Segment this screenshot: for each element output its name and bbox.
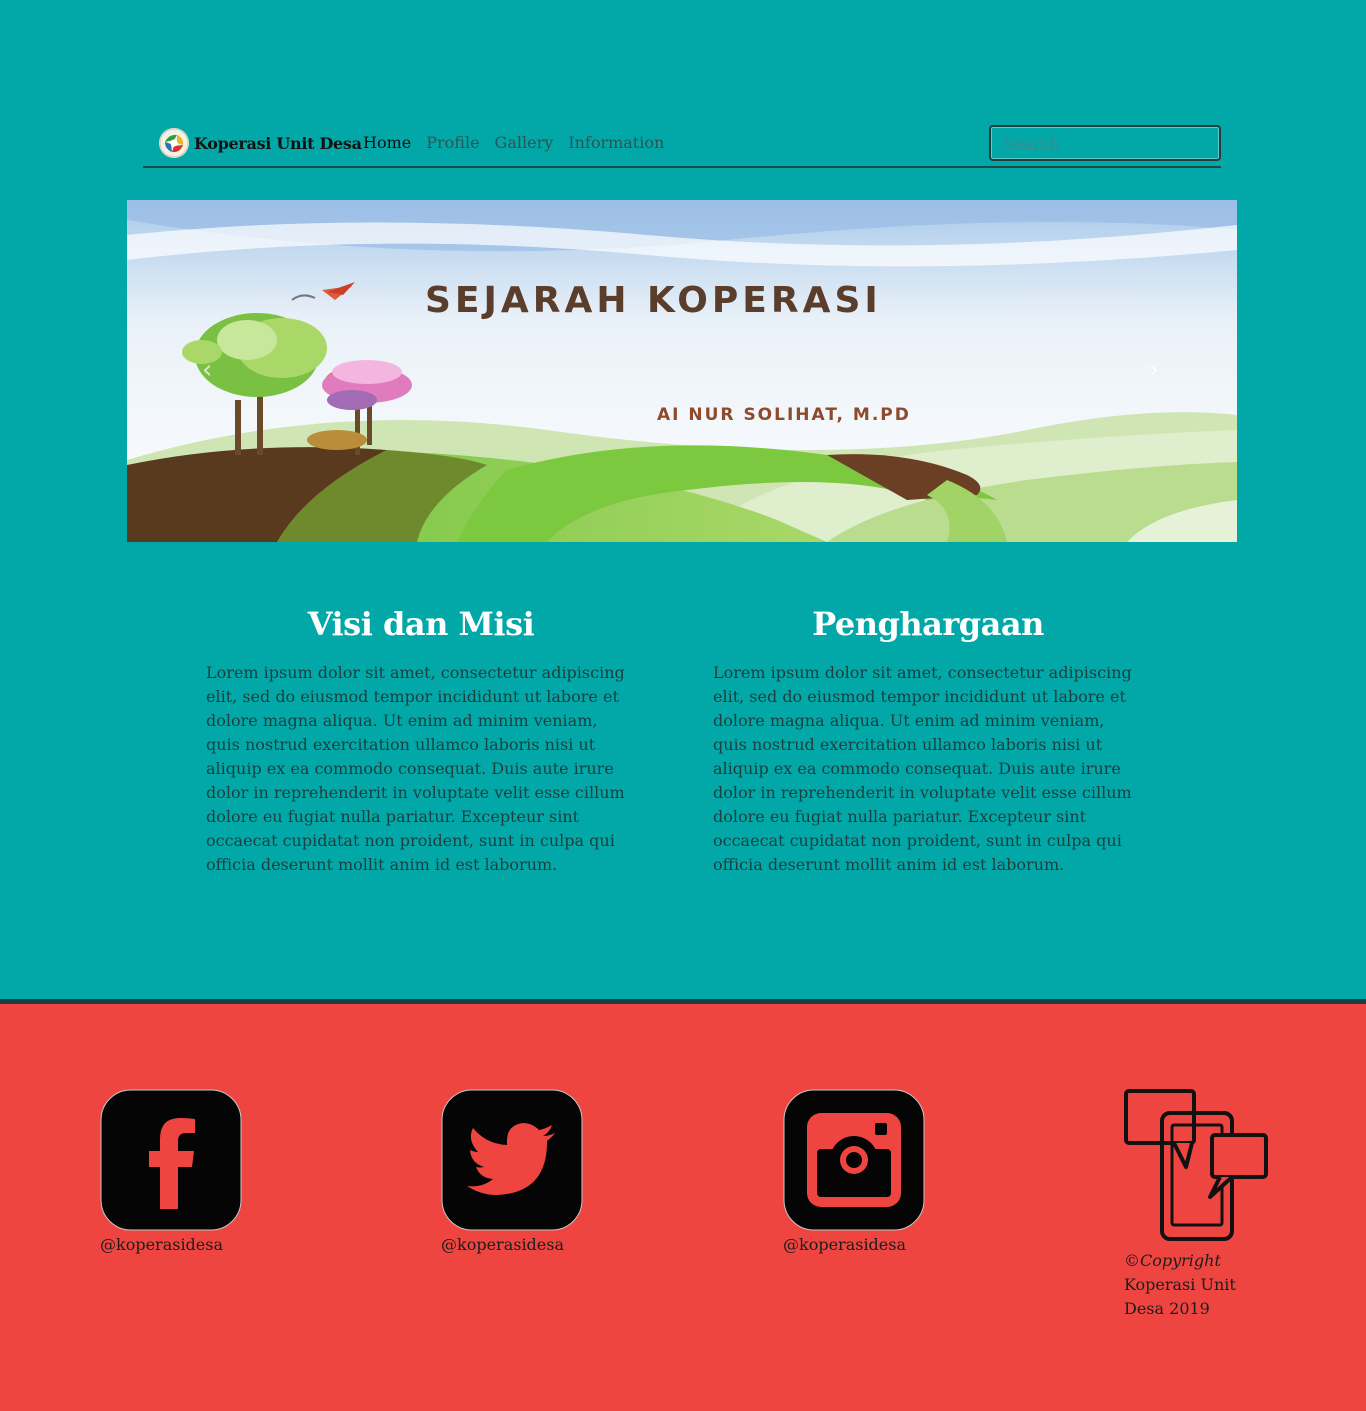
section-body: Lorem ipsum dolor sit amet, consectetur … xyxy=(206,663,625,874)
hero-subtitle: AI NUR SOLIHAT, M.PD xyxy=(657,405,911,425)
copyright-line: Koperasi Unit Desa 2019 xyxy=(1124,1275,1236,1318)
social-instagram[interactable]: @koperasidesa xyxy=(783,1089,925,1254)
facebook-icon[interactable] xyxy=(100,1089,242,1231)
section-visi-misi: Visi dan Misi Lorem ipsum dolor sit amet… xyxy=(206,605,636,877)
main-nav: Home Profile Gallery Information xyxy=(363,133,664,152)
search-input[interactable] xyxy=(991,127,1219,159)
nav-profile[interactable]: Profile xyxy=(426,133,479,152)
chevron-left-icon[interactable]: ‹ xyxy=(202,355,212,385)
section-title: Visi dan Misi xyxy=(307,605,535,643)
hero-title: SEJARAH KOPERASI xyxy=(425,280,882,321)
brand[interactable]: Koperasi Unit Desa xyxy=(159,128,362,158)
section-title: Penghargaan xyxy=(812,605,1044,643)
copyright-symbol: © xyxy=(1124,1251,1140,1270)
copyright-text: ©Copyright Koperasi Unit Desa 2019 xyxy=(1124,1249,1274,1321)
search-box xyxy=(989,125,1221,161)
twitter-icon[interactable] xyxy=(441,1089,583,1231)
brand-name: Koperasi Unit Desa xyxy=(194,133,362,153)
instagram-icon[interactable] xyxy=(783,1089,925,1231)
footer: @koperasidesa @koperasidesa @koperasides… xyxy=(0,999,1366,1411)
copyright-word: Copyright xyxy=(1140,1251,1221,1270)
section-body: Lorem ipsum dolor sit amet, consectetur … xyxy=(713,663,1132,874)
brand-logo-icon xyxy=(159,128,189,158)
navbar: Koperasi Unit Desa Home Profile Gallery … xyxy=(143,122,1221,168)
section-penghargaan: Penghargaan Lorem ipsum dolor sit amet, … xyxy=(713,605,1143,877)
nav-gallery[interactable]: Gallery xyxy=(495,133,554,152)
chevron-right-icon[interactable]: › xyxy=(1149,355,1159,385)
devices-chat-icon xyxy=(1124,1089,1268,1241)
hero-banner-image: SEJARAH KOPERASI AI NUR SOLIHAT, M.PD xyxy=(127,200,1237,542)
copyright-block: ©Copyright Koperasi Unit Desa 2019 xyxy=(1124,1089,1274,1321)
twitter-handle: @koperasidesa xyxy=(441,1235,565,1254)
facebook-handle: @koperasidesa xyxy=(100,1235,224,1254)
nav-information[interactable]: Information xyxy=(568,133,664,152)
nav-home[interactable]: Home xyxy=(363,133,411,152)
hero-carousel: SEJARAH KOPERASI AI NUR SOLIHAT, M.PD ‹ … xyxy=(127,200,1237,542)
social-twitter[interactable]: @koperasidesa xyxy=(441,1089,583,1254)
instagram-handle: @koperasidesa xyxy=(783,1235,907,1254)
social-facebook[interactable]: @koperasidesa xyxy=(100,1089,242,1254)
